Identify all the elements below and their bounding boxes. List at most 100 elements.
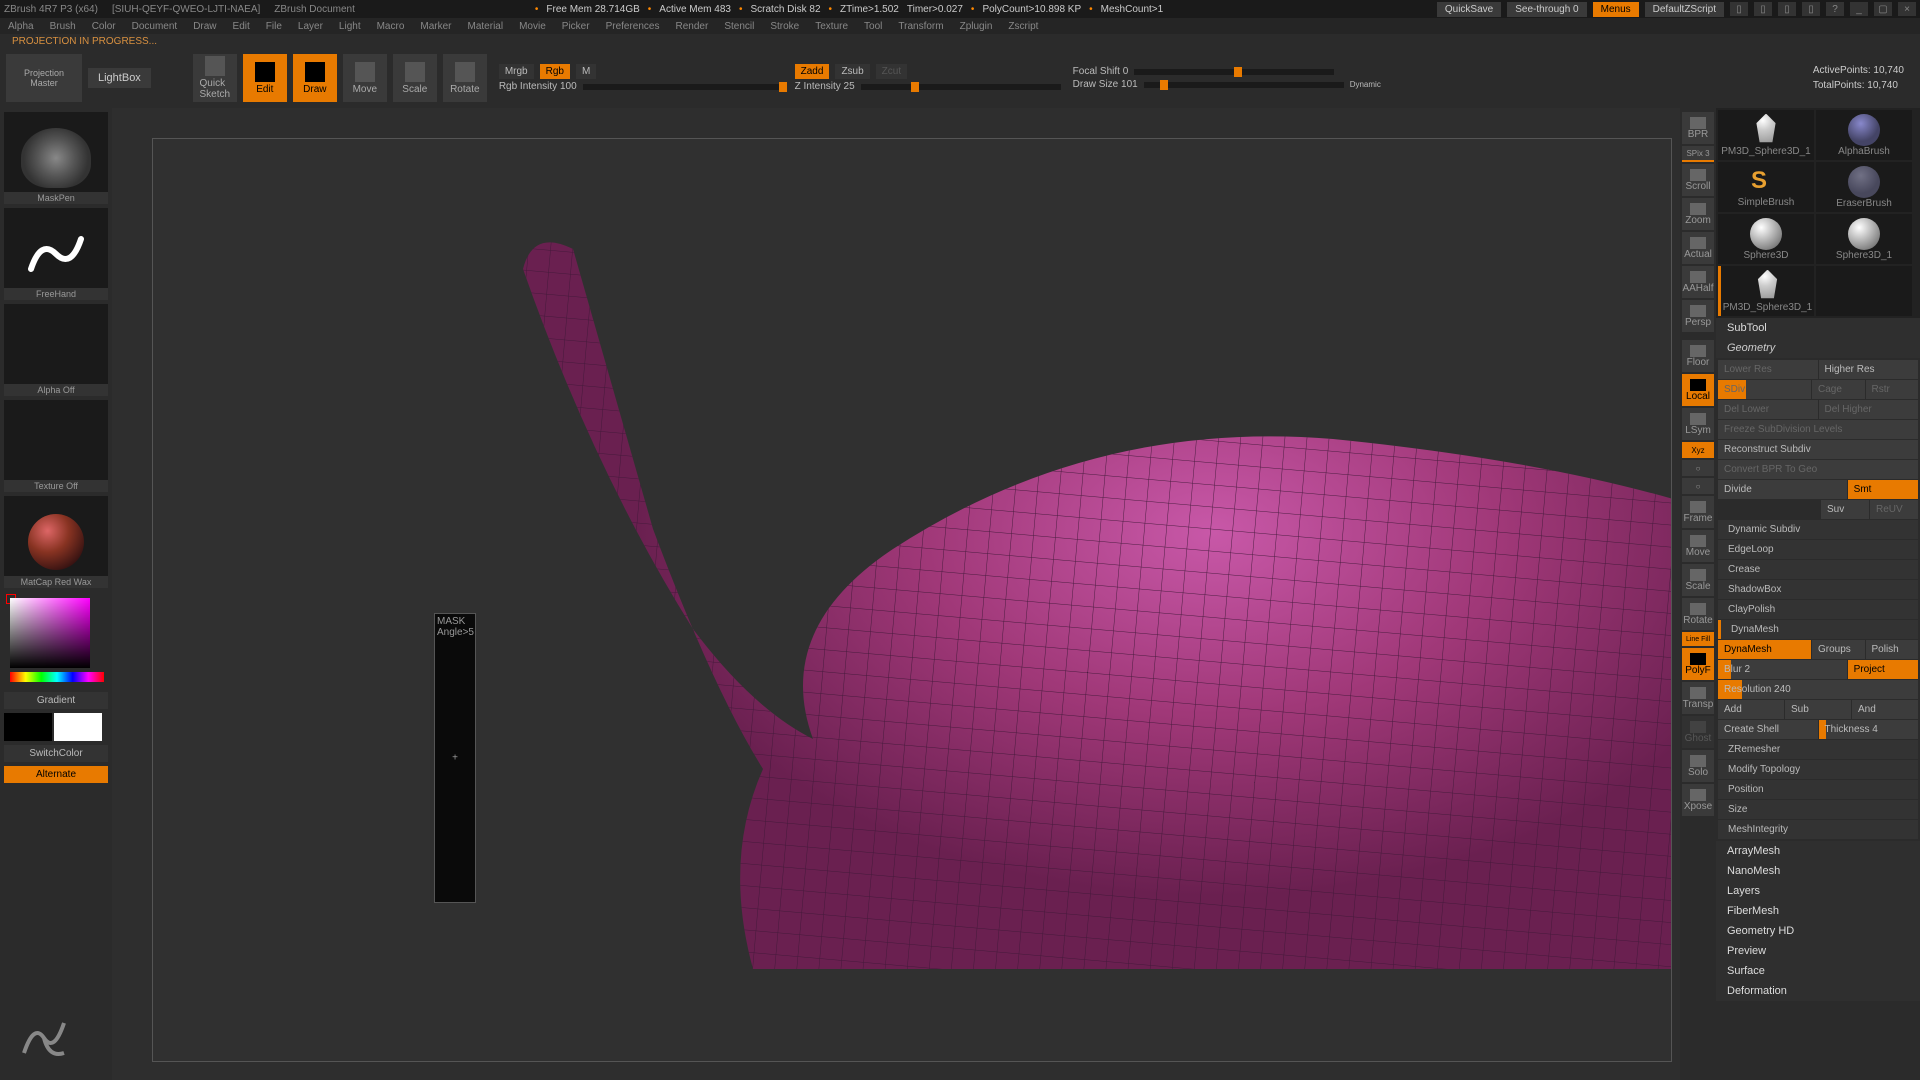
zsub-button[interactable]: Zsub: [835, 64, 869, 79]
secondary-color-swatch[interactable]: [54, 713, 102, 741]
and-button[interactable]: And: [1852, 700, 1918, 719]
aahalf-button[interactable]: AAHalf: [1682, 266, 1714, 298]
color-picker[interactable]: [4, 592, 108, 688]
geometry-hd-header[interactable]: Geometry HD: [1716, 921, 1920, 941]
del-lower-button[interactable]: Del Lower: [1718, 400, 1818, 419]
rgb-button[interactable]: Rgb: [540, 64, 570, 79]
viewport[interactable]: MASK Angle>5 +: [112, 108, 1680, 1080]
actual-button[interactable]: Actual: [1682, 232, 1714, 264]
zoom-button[interactable]: Zoom: [1682, 198, 1714, 230]
edit-button[interactable]: Edit: [243, 54, 287, 102]
stroke-selector[interactable]: FreeHand: [4, 208, 108, 300]
menu-marker[interactable]: Marker: [420, 21, 451, 32]
menu-zscript[interactable]: Zscript: [1008, 21, 1038, 32]
menu-brush[interactable]: Brush: [50, 21, 76, 32]
z-intensity-slider[interactable]: [861, 84, 1061, 90]
menu-document[interactable]: Document: [132, 21, 178, 32]
menu-stencil[interactable]: Stencil: [724, 21, 754, 32]
spix-slider[interactable]: SPix 3: [1682, 146, 1714, 162]
persp-button[interactable]: Persp: [1682, 300, 1714, 332]
modify-topology-header[interactable]: Modify Topology: [1718, 760, 1918, 779]
xyz-button[interactable]: Xyz: [1682, 442, 1714, 458]
zremesher-header[interactable]: ZRemesher: [1718, 740, 1918, 759]
tool-slot-4[interactable]: EraserBrush: [1816, 162, 1912, 212]
divide-button[interactable]: Divide: [1718, 480, 1847, 499]
axis-x-button[interactable]: ○: [1682, 460, 1714, 476]
dynamesh-header[interactable]: DynaMesh: [1718, 620, 1918, 639]
deformation-header[interactable]: Deformation: [1716, 981, 1920, 1001]
dynamic-subdiv-header[interactable]: Dynamic Subdiv: [1718, 520, 1918, 539]
higher-res-button[interactable]: Higher Res: [1819, 360, 1919, 379]
layout-c-icon[interactable]: ▯: [1778, 2, 1796, 16]
convert-bpr-button[interactable]: Convert BPR To Geo: [1718, 460, 1918, 479]
sv-picker[interactable]: [10, 598, 90, 668]
lsym-button[interactable]: LSym: [1682, 408, 1714, 440]
mask-popup[interactable]: MASK Angle>5 +: [434, 613, 476, 903]
size-header[interactable]: Size: [1718, 800, 1918, 819]
position-header[interactable]: Position: [1718, 780, 1918, 799]
help-icon[interactable]: ?: [1826, 2, 1844, 16]
menu-stroke[interactable]: Stroke: [770, 21, 799, 32]
claypolish-header[interactable]: ClayPolish: [1718, 600, 1918, 619]
cage-button[interactable]: Cage: [1812, 380, 1865, 399]
scroll-button[interactable]: Scroll: [1682, 164, 1714, 196]
subtool-header[interactable]: SubTool: [1716, 318, 1920, 338]
groups-button[interactable]: Groups: [1812, 640, 1865, 659]
layout-b-icon[interactable]: ▯: [1754, 2, 1772, 16]
rotate-view-button[interactable]: Rotate: [1682, 598, 1714, 630]
alternate-button[interactable]: Alternate: [4, 766, 108, 783]
m-button[interactable]: M: [576, 64, 596, 79]
layers-header[interactable]: Layers: [1716, 881, 1920, 901]
menu-macro[interactable]: Macro: [377, 21, 405, 32]
focal-shift-slider[interactable]: [1134, 69, 1334, 75]
menu-color[interactable]: Color: [92, 21, 116, 32]
minimize-icon[interactable]: _: [1850, 2, 1868, 16]
default-zscript[interactable]: DefaultZScript: [1645, 2, 1724, 17]
rstr-button[interactable]: Rstr: [1866, 380, 1919, 399]
material-selector[interactable]: MatCap Red Wax: [4, 496, 108, 588]
menu-render[interactable]: Render: [676, 21, 709, 32]
draw-size-slider[interactable]: [1144, 82, 1344, 88]
dynamic-label[interactable]: Dynamic: [1350, 80, 1381, 89]
menu-preferences[interactable]: Preferences: [606, 21, 660, 32]
switchcolor-button[interactable]: SwitchColor: [4, 745, 108, 762]
del-higher-button[interactable]: Del Higher: [1819, 400, 1919, 419]
sub-button[interactable]: Sub: [1785, 700, 1851, 719]
nanomesh-header[interactable]: NanoMesh: [1716, 861, 1920, 881]
scale-view-button[interactable]: Scale: [1682, 564, 1714, 596]
layout-d-icon[interactable]: ▯: [1802, 2, 1820, 16]
brush-selector[interactable]: MaskPen: [4, 112, 108, 204]
tool-slot-5[interactable]: Sphere3D: [1718, 214, 1814, 264]
local-button[interactable]: Local: [1682, 374, 1714, 406]
mrgb-button[interactable]: Mrgb: [499, 64, 534, 79]
geometry-header[interactable]: Geometry: [1716, 338, 1920, 358]
zadd-button[interactable]: Zadd: [795, 64, 830, 79]
dynamesh-button[interactable]: DynaMesh: [1718, 640, 1811, 659]
thickness-slider[interactable]: Thickness 4: [1819, 720, 1919, 739]
project-button[interactable]: Project: [1848, 660, 1918, 679]
quicksketch-button[interactable]: Quick Sketch: [193, 54, 237, 102]
menu-edit[interactable]: Edit: [233, 21, 250, 32]
draw-button[interactable]: Draw: [293, 54, 337, 102]
menu-zplugin[interactable]: Zplugin: [960, 21, 993, 32]
mesh-integrity-header[interactable]: MeshIntegrity: [1718, 820, 1918, 839]
menu-texture[interactable]: Texture: [815, 21, 848, 32]
quicksave-button[interactable]: QuickSave: [1437, 2, 1501, 17]
menu-picker[interactable]: Picker: [562, 21, 590, 32]
rediv-button[interactable]: ReUV: [1870, 500, 1918, 519]
freeze-subdiv-button[interactable]: Freeze SubDivision Levels: [1718, 420, 1918, 439]
arraymesh-header[interactable]: ArrayMesh: [1716, 841, 1920, 861]
axis-y-button[interactable]: ○: [1682, 478, 1714, 494]
xpose-button[interactable]: Xpose: [1682, 784, 1714, 816]
move-button[interactable]: Move: [343, 54, 387, 102]
alpha-selector[interactable]: Alpha Off: [4, 304, 108, 396]
menu-movie[interactable]: Movie: [519, 21, 546, 32]
menu-layer[interactable]: Layer: [298, 21, 323, 32]
floor-button[interactable]: Floor: [1682, 340, 1714, 372]
tool-slot-3[interactable]: SSimpleBrush: [1718, 162, 1814, 212]
lower-res-button[interactable]: Lower Res: [1718, 360, 1818, 379]
shadowbox-header[interactable]: ShadowBox: [1718, 580, 1918, 599]
seethrough-slider[interactable]: See-through 0: [1507, 2, 1586, 17]
bpr-button[interactable]: BPR: [1682, 112, 1714, 144]
zcut-button[interactable]: Zcut: [876, 64, 907, 79]
